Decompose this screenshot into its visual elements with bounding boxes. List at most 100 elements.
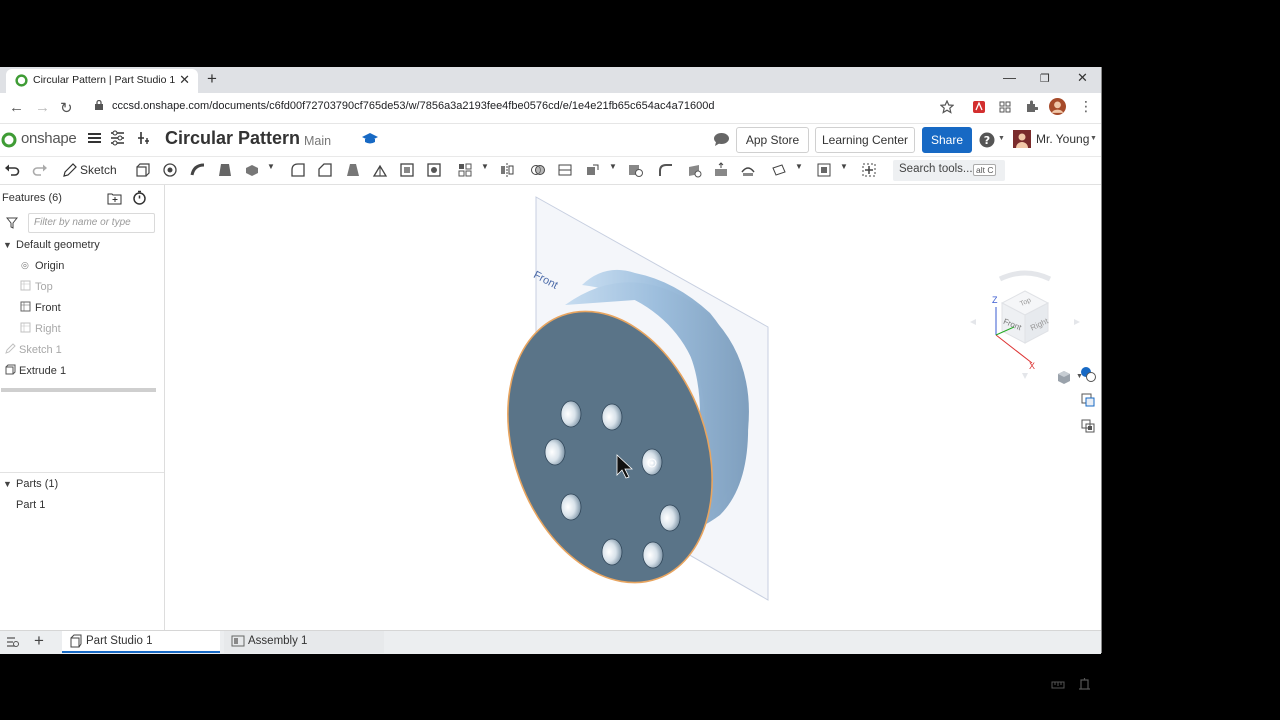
rib-icon[interactable]	[372, 162, 388, 178]
close-tab-icon[interactable]: ✕	[179, 72, 190, 88]
plane-dropdown-icon[interactable]: ▼	[795, 162, 803, 171]
help-dropdown-icon[interactable]: ▼	[998, 135, 1005, 142]
custom-feature-icon[interactable]	[861, 162, 877, 178]
learning-center-button[interactable]: Learning Center	[815, 127, 915, 153]
filter-icon[interactable]	[6, 217, 18, 229]
configurations-icon[interactable]	[110, 130, 126, 146]
transform-dropdown-icon[interactable]: ▼	[609, 162, 617, 171]
sketch-pencil-icon[interactable]	[62, 162, 78, 178]
pattern-dropdown-icon[interactable]: ▼	[481, 162, 489, 171]
thicken-icon[interactable]	[244, 162, 260, 178]
share-button[interactable]: Share	[922, 127, 972, 153]
app-store-button[interactable]: App Store	[736, 127, 809, 153]
undo-icon[interactable]	[4, 162, 20, 178]
hole-icon[interactable]	[426, 162, 442, 178]
url-text: cccsd.onshape.com/documents/c6fd00f72703…	[112, 100, 715, 112]
browser-menu-icon[interactable]: ⋮	[1079, 98, 1093, 115]
linear-pattern-icon[interactable]	[457, 162, 473, 178]
new-tab-icon[interactable]: +	[207, 69, 217, 89]
search-tools-input[interactable]: Search tools... alt C	[893, 160, 1005, 181]
mate-connector-icon[interactable]	[816, 162, 832, 178]
delete-part-icon[interactable]	[627, 162, 643, 178]
features-header: Features (6)	[2, 192, 62, 204]
grid-extension-icon[interactable]	[998, 100, 1012, 114]
tree-item-right[interactable]: Right	[35, 323, 61, 335]
replace-face-icon[interactable]	[740, 162, 756, 178]
mass-properties-icon[interactable]	[1078, 677, 1091, 690]
move-face-icon[interactable]	[713, 162, 729, 178]
redo-icon[interactable]	[32, 162, 48, 178]
tab-part-studio-1[interactable]: Part Studio 1	[62, 631, 220, 653]
help-icon[interactable]: ?	[979, 132, 995, 148]
panel-divider	[0, 472, 164, 473]
hamburger-menu-icon[interactable]	[87, 130, 103, 146]
rollback-timer-icon[interactable]	[132, 190, 147, 205]
appearance-panel-icon[interactable]	[1080, 366, 1096, 382]
transform-icon[interactable]	[585, 162, 601, 178]
part-item[interactable]: Part 1	[16, 499, 45, 511]
sketch-button[interactable]: Sketch	[80, 163, 117, 177]
puzzle-extensions-icon[interactable]	[1024, 100, 1038, 114]
default-geometry-label[interactable]: Default geometry	[16, 239, 100, 251]
add-folder-icon[interactable]	[107, 191, 122, 205]
address-bar[interactable]: cccsd.onshape.com/documents/c6fd00f72703…	[92, 96, 962, 118]
fillet-icon[interactable]	[290, 162, 306, 178]
pdf-extension-icon[interactable]	[972, 100, 986, 114]
star-icon[interactable]	[940, 100, 954, 114]
onshape-logo-icon	[1, 132, 17, 148]
view-options-cube-icon[interactable]	[1056, 370, 1072, 385]
delete-face-icon[interactable]	[686, 162, 702, 178]
tree-item-origin[interactable]: Origin	[35, 260, 64, 272]
split-icon[interactable]	[557, 162, 573, 178]
add-tab-icon[interactable]: +	[34, 631, 44, 651]
parts-panel-icon[interactable]	[1080, 392, 1096, 408]
tab-manager-icon[interactable]	[6, 636, 19, 648]
mirror-icon[interactable]	[499, 162, 515, 178]
comments-icon[interactable]	[713, 132, 730, 147]
measure-icon[interactable]	[1051, 678, 1065, 690]
feature-toolbar: Sketch ▼ ▼ ▼ ▼ ▼ Search tools... alt C	[0, 157, 1101, 185]
view-cube[interactable]: Top Front Right Z X	[970, 269, 1080, 379]
default-geometry-chevron-icon[interactable]: ▼	[3, 240, 12, 250]
feature-filter-input[interactable]: Filter by name or type	[28, 213, 155, 233]
parts-header[interactable]: Parts (1)	[16, 478, 58, 490]
parts-chevron-icon[interactable]: ▼	[3, 479, 12, 489]
axis-z-label: Z	[992, 295, 998, 305]
rollback-bar[interactable]	[1, 388, 156, 392]
configuration-panel-icon[interactable]	[1080, 418, 1096, 434]
graphics-viewport[interactable]: Front Top Front Right Z X ▼	[165, 185, 1101, 690]
education-cap-icon[interactable]	[362, 132, 378, 146]
restore-icon[interactable]: ❐	[1040, 72, 1050, 85]
boolean-icon[interactable]	[530, 162, 546, 178]
draft-icon[interactable]	[345, 162, 361, 178]
thicken-dropdown-icon[interactable]: ▼	[267, 162, 275, 171]
tree-item-top[interactable]: Top	[35, 281, 53, 293]
sweep-icon[interactable]	[190, 162, 206, 178]
lock-icon	[95, 100, 103, 110]
modify-fillet-icon[interactable]	[658, 162, 674, 178]
back-icon[interactable]: ←	[9, 99, 24, 116]
shell-icon[interactable]	[399, 162, 415, 178]
profile-avatar-icon[interactable]	[1049, 98, 1066, 115]
browser-tab[interactable]: Circular Pattern | Part Studio 1 ✕	[6, 69, 198, 93]
extrude-icon[interactable]	[134, 162, 150, 178]
search-tools-placeholder: Search tools...	[899, 163, 973, 175]
mate-connector-dropdown-icon[interactable]: ▼	[840, 162, 848, 171]
chamfer-icon[interactable]	[317, 162, 333, 178]
branch-label[interactable]: Main	[304, 134, 331, 148]
model-scene	[507, 196, 769, 601]
variables-icon[interactable]	[136, 130, 152, 146]
forward-icon[interactable]: →	[35, 99, 50, 116]
minimize-icon[interactable]: —	[1003, 70, 1016, 85]
loft-icon[interactable]	[217, 162, 233, 178]
document-title[interactable]: Circular Pattern	[165, 128, 300, 149]
tab-part-studio-label: Part Studio 1	[86, 635, 153, 647]
window-close-icon[interactable]: ✕	[1077, 70, 1088, 86]
feature-sketch-1[interactable]: Sketch 1	[19, 344, 62, 356]
plane-icon[interactable]	[771, 162, 787, 178]
tab-assembly-1[interactable]: Assembly 1	[224, 631, 384, 653]
revolve-icon[interactable]	[162, 162, 178, 178]
reload-icon[interactable]: ↻	[60, 99, 73, 117]
tree-item-front[interactable]: Front	[35, 302, 61, 314]
feature-extrude-1[interactable]: Extrude 1	[19, 365, 66, 377]
